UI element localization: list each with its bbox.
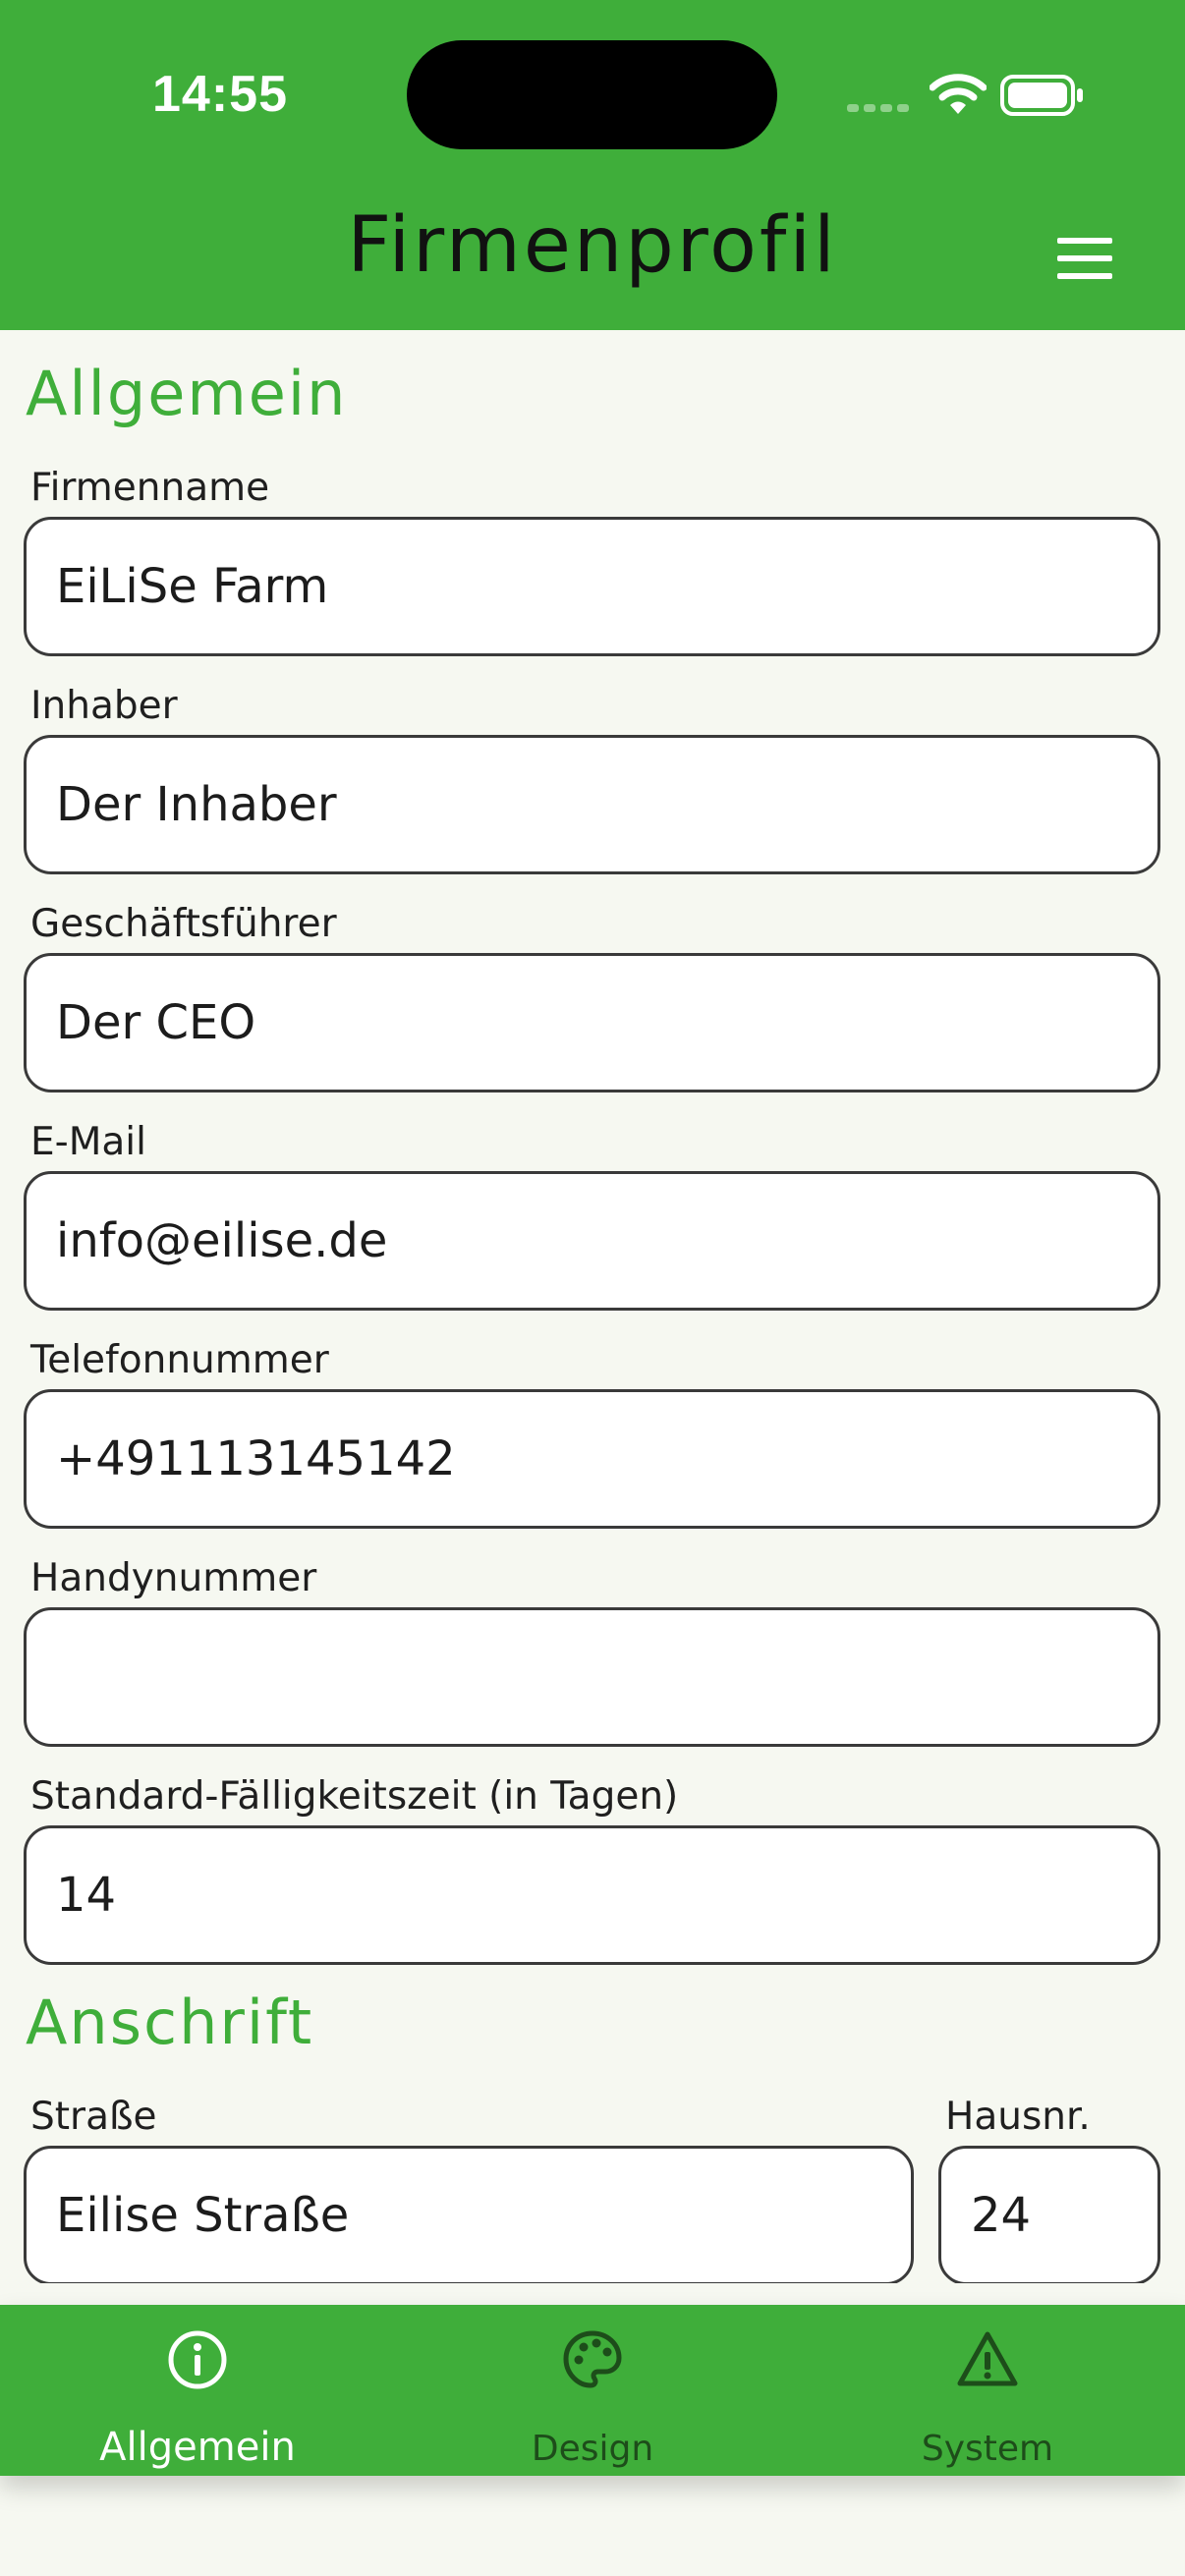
section-title-address: Anschrift xyxy=(26,1987,314,2058)
label-email: E-Mail xyxy=(30,1120,146,1164)
hamburger-menu-icon xyxy=(1057,238,1112,244)
info-circle-icon xyxy=(168,2330,227,2389)
hamburger-bar xyxy=(1057,255,1112,261)
phone-field xyxy=(24,1389,1160,1529)
label-house-number: Hausnr. xyxy=(945,2095,1091,2139)
due-days-field xyxy=(24,1825,1160,1965)
form-scroll-area[interactable]: Allgemein Firmenname Inhaber Geschäftsfü… xyxy=(0,330,1185,2283)
mobile-field xyxy=(24,1607,1160,1747)
owner-field xyxy=(24,735,1160,874)
street-field xyxy=(24,2146,914,2283)
section-title-general: Allgemein xyxy=(26,358,348,429)
email-input[interactable] xyxy=(27,1174,1157,1308)
tab-general-label: Allgemein xyxy=(99,2425,296,2470)
wifi-icon xyxy=(930,74,987,114)
label-due-days: Standard-Fälligkeitszeit (in Tagen) xyxy=(30,1774,679,1819)
palette-icon xyxy=(563,2330,622,2388)
signal-icon xyxy=(847,104,909,112)
menu-button[interactable] xyxy=(1051,234,1120,283)
company-name-field xyxy=(24,517,1160,656)
hamburger-bar xyxy=(1057,273,1112,279)
page-title: Firmenprofil xyxy=(347,201,838,290)
tab-system[interactable]: System xyxy=(790,2305,1185,2476)
warning-triangle-icon xyxy=(957,2331,1018,2386)
label-mobile: Handynummer xyxy=(30,1556,317,1600)
managing-director-field xyxy=(24,953,1160,1092)
owner-input[interactable] xyxy=(27,738,1157,871)
tab-general[interactable]: Allgemein xyxy=(0,2305,395,2476)
battery-icon xyxy=(1000,75,1083,116)
mobile-input[interactable] xyxy=(27,1610,1157,1744)
email-field xyxy=(24,1171,1160,1311)
label-owner: Inhaber xyxy=(30,684,178,728)
label-phone: Telefonnummer xyxy=(30,1338,329,1382)
house-number-field xyxy=(938,2146,1160,2283)
dynamic-island xyxy=(407,40,777,149)
label-managing-director: Geschäftsführer xyxy=(30,902,337,946)
company-name-input[interactable] xyxy=(27,520,1157,653)
tab-design-label: Design xyxy=(531,2429,654,2469)
tab-design[interactable]: Design xyxy=(395,2305,790,2476)
status-time: 14:55 xyxy=(152,66,288,123)
app-header: 14:55 Firmenprofil xyxy=(0,0,1185,330)
house-number-input[interactable] xyxy=(941,2149,1157,2282)
bottom-tab-bar: Allgemein Design System xyxy=(0,2305,1185,2476)
tab-system-label: System xyxy=(921,2429,1054,2469)
phone-input[interactable] xyxy=(27,1392,1157,1526)
due-days-input[interactable] xyxy=(27,1828,1157,1962)
street-input[interactable] xyxy=(27,2149,911,2282)
label-company-name: Firmenname xyxy=(30,466,270,510)
label-street: Straße xyxy=(30,2095,157,2139)
managing-director-input[interactable] xyxy=(27,956,1157,1090)
